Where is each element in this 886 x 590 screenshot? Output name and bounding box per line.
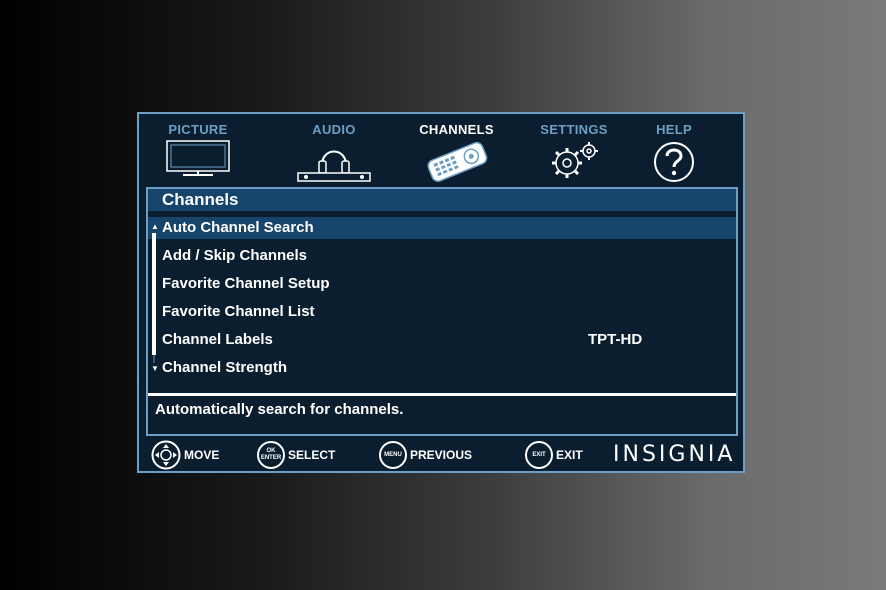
tab-channels[interactable]: CHANNELS xyxy=(409,122,504,183)
tv-menu: PICTURE AUDIO CHANNELS SETTINGS HELP Cha… xyxy=(137,112,745,473)
channels-panel: Channels Auto Channel Search Add / Skip … xyxy=(146,187,738,436)
menu-item-label: Channel Labels xyxy=(162,331,273,348)
menu-item-label: Favorite Channel List xyxy=(162,303,315,320)
menu-item-label: Channel Strength xyxy=(162,359,288,376)
footer-exit: EXIT EXIT xyxy=(525,440,583,470)
menu-button-icon: MENU xyxy=(379,441,407,469)
tab-audio[interactable]: AUDIO xyxy=(289,122,379,183)
tab-help[interactable]: HELP xyxy=(639,122,709,183)
tab-label: CHANNELS xyxy=(419,122,494,137)
previous-label: PREVIOUS xyxy=(410,448,473,462)
exit-label: EXIT xyxy=(556,448,583,462)
scroll-up-icon[interactable]: ▲ xyxy=(151,223,159,231)
footer-select: OK ENTER SELECT xyxy=(257,440,335,470)
footer-previous: MENU PREVIOUS xyxy=(379,440,472,470)
menu-item-favorite-channel-list[interactable]: Favorite Channel List xyxy=(148,301,736,323)
exit-text: EXIT xyxy=(532,451,546,458)
menu-item-label: Auto Channel Search xyxy=(162,219,314,236)
dpad-icon xyxy=(151,440,181,470)
menu-item-favorite-channel-setup[interactable]: Favorite Channel Setup xyxy=(148,273,736,295)
gears-icon xyxy=(552,142,598,178)
menu-item-add-skip-channels[interactable]: Add / Skip Channels xyxy=(148,245,736,267)
tab-label: SETTINGS xyxy=(540,122,608,137)
menu-item-channel-strength[interactable]: Channel Strength xyxy=(148,357,736,379)
menu-text: MENU xyxy=(384,451,402,458)
divider xyxy=(148,393,736,396)
ok-enter-button-icon: OK ENTER xyxy=(257,441,285,469)
channel-label-value: TPT-HD xyxy=(588,331,643,348)
tab-label: AUDIO xyxy=(312,122,356,137)
select-label: SELECT xyxy=(288,448,336,462)
question-icon xyxy=(654,142,694,182)
remote-icon xyxy=(426,141,487,182)
ok-text: OK xyxy=(266,448,276,454)
panel-title: Channels xyxy=(148,189,736,211)
menu-item-channel-labels[interactable]: Channel Labels TPT-HD xyxy=(148,329,736,351)
tab-label: HELP xyxy=(656,122,692,137)
help-text: Automatically search for channels. xyxy=(155,401,404,418)
menu-item-label: Favorite Channel Setup xyxy=(162,275,330,292)
enter-text: ENTER xyxy=(260,455,282,461)
exit-button-icon: EXIT xyxy=(525,441,553,469)
brand-logo: INSIGNIA xyxy=(613,442,736,467)
scroll-down-icon[interactable]: ▼ xyxy=(151,365,159,373)
tv-icon xyxy=(166,140,230,176)
headphones-icon xyxy=(297,150,371,182)
footer-move: MOVE xyxy=(151,440,219,470)
move-label: MOVE xyxy=(184,448,220,462)
tab-picture[interactable]: PICTURE xyxy=(153,122,243,179)
tab-label: PICTURE xyxy=(168,122,228,137)
tab-settings[interactable]: SETTINGS xyxy=(529,122,619,183)
menu-item-label: Add / Skip Channels xyxy=(162,247,308,264)
scrollbar[interactable]: ▲ ▼ xyxy=(151,223,159,373)
menu-item-auto-channel-search[interactable]: Auto Channel Search xyxy=(148,217,736,239)
scroll-thumb[interactable] xyxy=(152,233,156,355)
